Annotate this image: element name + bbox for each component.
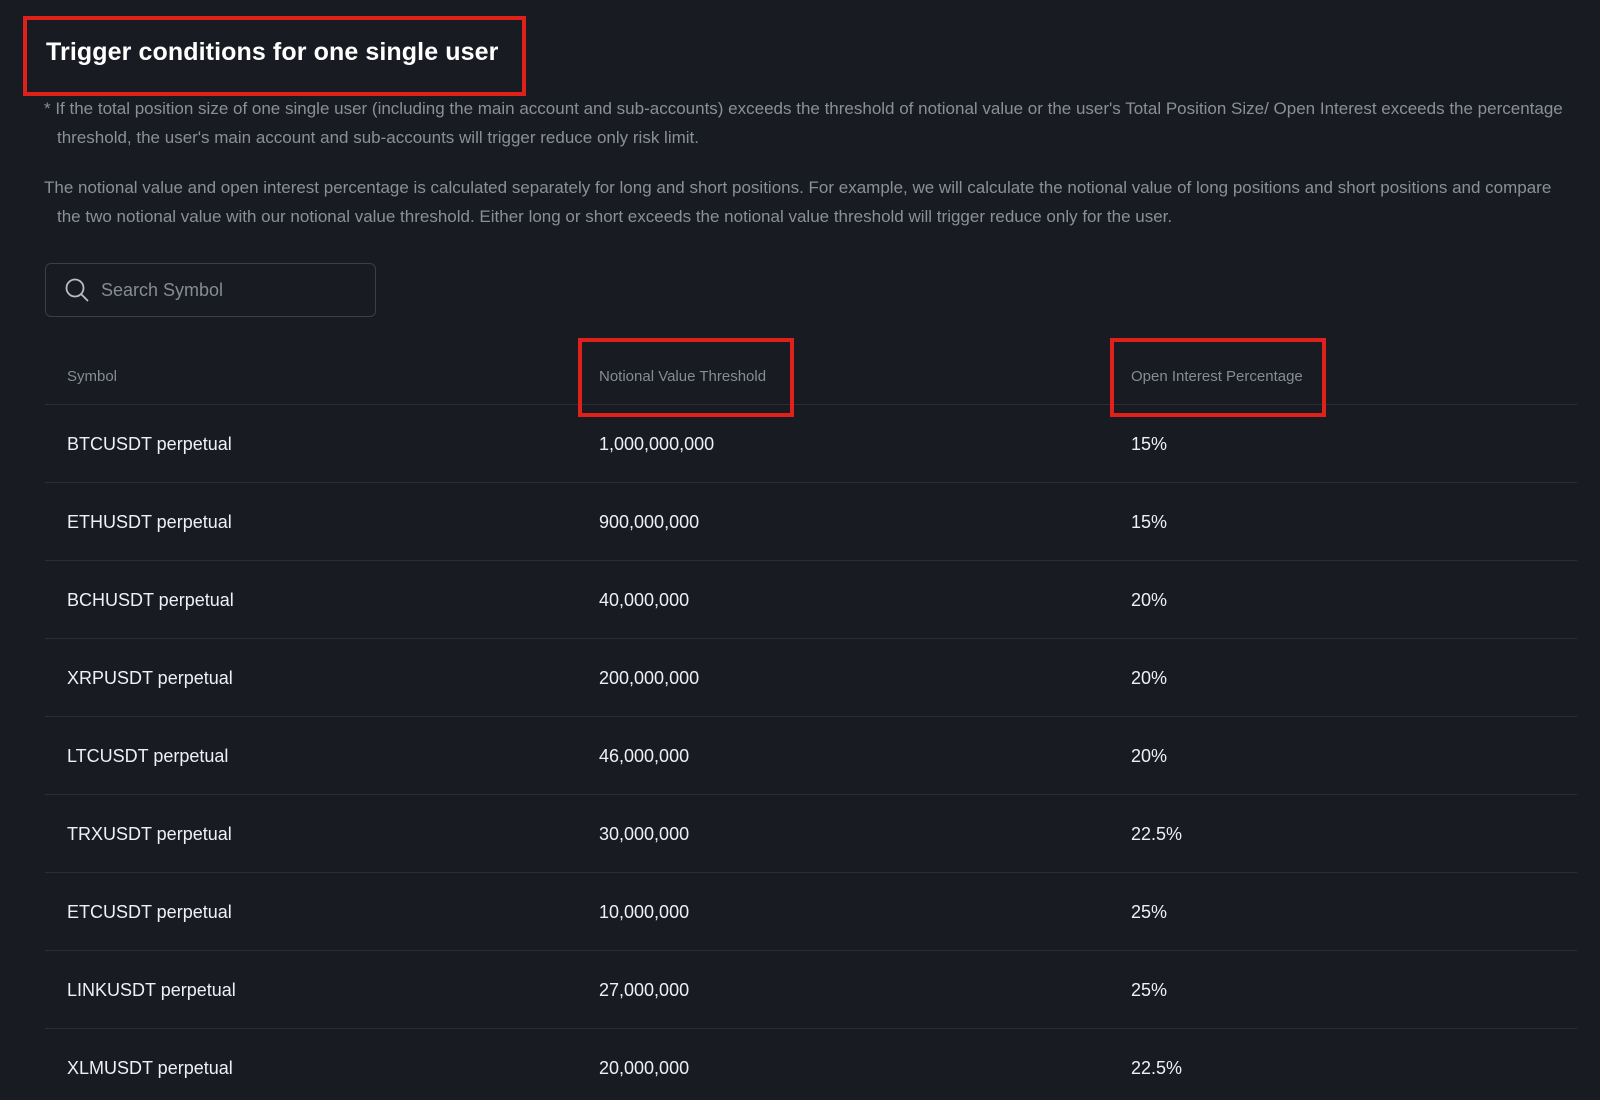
cell-symbol: ETCUSDT perpetual (67, 902, 232, 922)
cell-symbol: XRPUSDT perpetual (67, 668, 233, 688)
cell-symbol: XLMUSDT perpetual (67, 1058, 233, 1078)
table-row: ETCUSDT perpetual 10,000,000 25% (45, 873, 1577, 951)
cell-notional-value-threshold: 10,000,000 (599, 902, 690, 922)
cell-open-interest-percentage: 20% (1131, 590, 1168, 610)
page-title: Trigger conditions for one single user (46, 38, 499, 66)
cell-open-interest-percentage: 20% (1131, 746, 1168, 766)
table-row: XLMUSDT perpetual 20,000,000 22.5% (45, 1029, 1577, 1100)
cell-symbol: TRXUSDT perpetual (67, 824, 232, 844)
cell-open-interest-percentage: 25% (1131, 980, 1168, 1000)
cell-notional-value-threshold: 46,000,000 (599, 746, 690, 766)
cell-notional-value-threshold: 27,000,000 (599, 980, 690, 1000)
table-body: BTCUSDT perpetual 1,000,000,000 15% ETHUSDT… (45, 405, 1577, 1100)
page: Trigger conditions for one single user *… (0, 0, 1600, 1100)
cell-notional-value-threshold: 40,000,000 (599, 590, 690, 610)
cell-open-interest-percentage: 15% (1131, 512, 1168, 532)
description-paragraph: The notional value and open interest per… (44, 178, 1552, 226)
table-row: ETHUSDT perpetual 900,000,000 15% (45, 483, 1577, 561)
table-row: XRPUSDT perpetual 200,000,000 20% (45, 639, 1577, 717)
cell-notional-value-threshold: 1,000,000,000 (599, 434, 715, 454)
table-header: Symbol Notional Value Threshold Open Int… (45, 330, 1577, 417)
cell-notional-value-threshold: 30,000,000 (599, 824, 690, 844)
cell-open-interest-percentage: 20% (1131, 668, 1168, 688)
description: * If the total position size of one sing… (44, 94, 1574, 231)
table-row: LINKUSDT perpetual 27,000,000 25% (45, 951, 1577, 1029)
cell-symbol: ETHUSDT perpetual (67, 512, 232, 532)
cell-notional-value-threshold: 200,000,000 (599, 668, 700, 688)
table-row: BCHUSDT perpetual 40,000,000 20% (45, 561, 1577, 639)
column-header-notional-value-threshold: Notional Value Threshold (599, 368, 767, 385)
trigger-conditions-table: Symbol Notional Value Threshold Open Int… (45, 330, 1577, 1100)
cell-open-interest-percentage: 15% (1131, 434, 1168, 454)
search-icon (65, 278, 89, 302)
search-box[interactable] (45, 263, 376, 317)
table-row: LTCUSDT perpetual 46,000,000 20% (45, 717, 1577, 795)
description-paragraph: * If the total position size of one sing… (44, 99, 1563, 147)
column-header-open-interest-percentage: Open Interest Percentage (1131, 368, 1303, 385)
cell-open-interest-percentage: 25% (1131, 902, 1168, 922)
search-input[interactable] (101, 279, 361, 301)
cell-symbol: LINKUSDT perpetual (67, 980, 236, 1000)
cell-open-interest-percentage: 22.5% (1131, 1058, 1183, 1078)
cell-symbol: BTCUSDT perpetual (67, 434, 232, 454)
table-row: TRXUSDT perpetual 30,000,000 22.5% (45, 795, 1577, 873)
cell-open-interest-percentage: 22.5% (1131, 824, 1183, 844)
cell-notional-value-threshold: 900,000,000 (599, 512, 700, 532)
cell-symbol: LTCUSDT perpetual (67, 746, 229, 766)
cell-symbol: BCHUSDT perpetual (67, 590, 234, 610)
column-header-symbol: Symbol (67, 368, 118, 385)
table-row: BTCUSDT perpetual 1,000,000,000 15% (45, 405, 1577, 483)
cell-notional-value-threshold: 20,000,000 (599, 1058, 690, 1078)
